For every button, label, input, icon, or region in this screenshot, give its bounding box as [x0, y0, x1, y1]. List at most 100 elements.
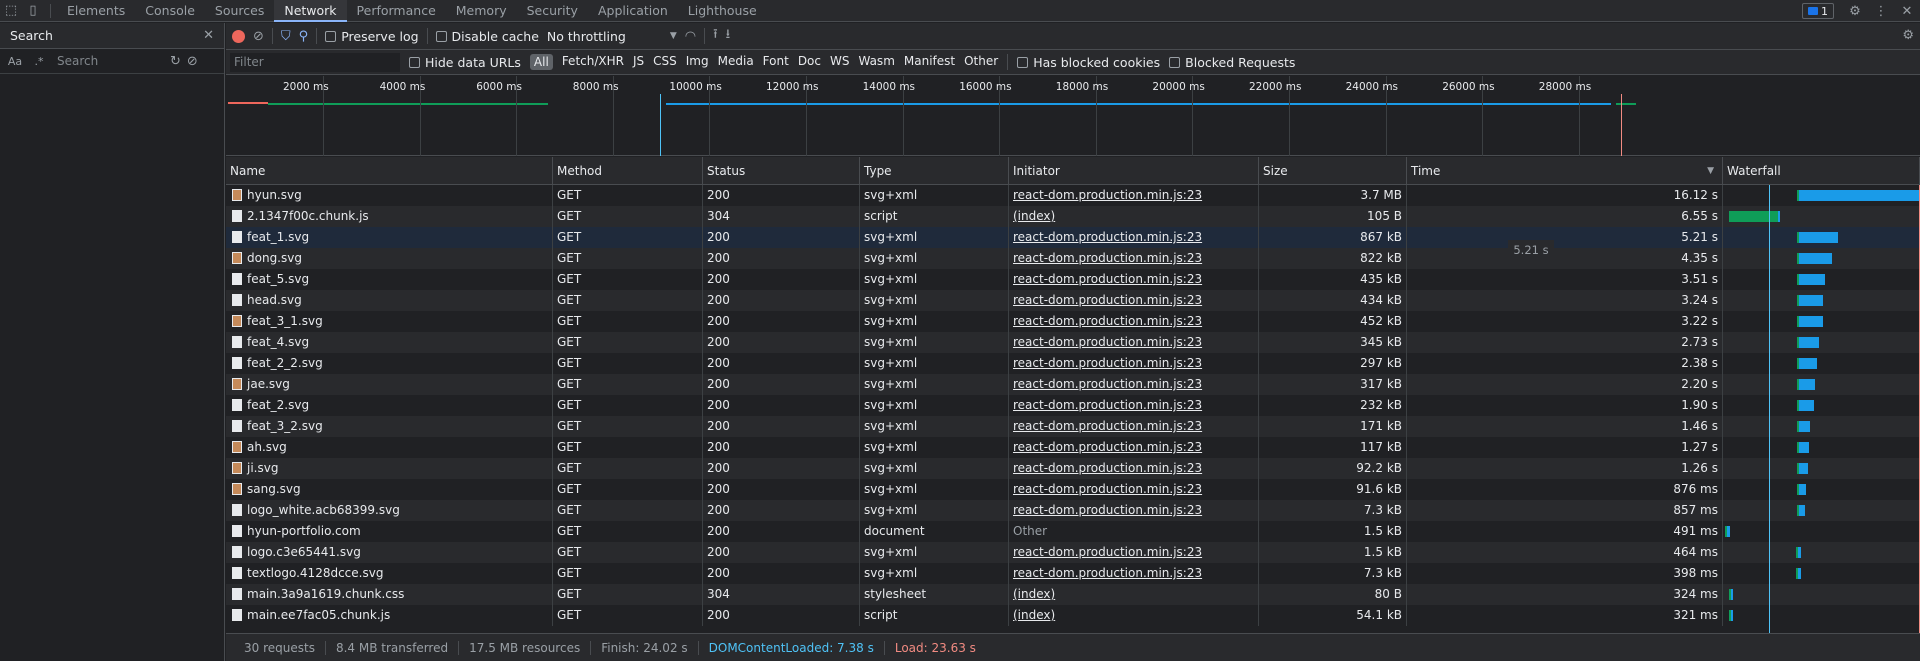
- clear-search-icon[interactable]: ⊘: [187, 54, 198, 69]
- tab-memory[interactable]: Memory: [446, 0, 517, 22]
- table-row[interactable]: feat_1.svg GET 200 svg+xml react-dom.product…: [226, 227, 1920, 248]
- table-row[interactable]: feat_3_2.svg GET 200 svg+xml react-dom.produ…: [226, 416, 1920, 437]
- cell-type: svg+xml: [860, 290, 1009, 311]
- cell-initiator[interactable]: react-dom.production.min.js:23: [1009, 563, 1259, 584]
- tab-sources[interactable]: Sources: [205, 0, 274, 22]
- table-row[interactable]: ah.svg GET 200 svg+xml react-dom.production.…: [226, 437, 1920, 458]
- match-case-toggle[interactable]: Aa: [6, 55, 24, 68]
- filter-type-font[interactable]: Font: [763, 54, 789, 70]
- cell-initiator[interactable]: react-dom.production.min.js:23: [1009, 374, 1259, 395]
- settings-gear-icon[interactable]: ⚙: [1842, 0, 1868, 22]
- issues-badge[interactable]: 1: [1802, 3, 1834, 19]
- cell-initiator[interactable]: react-dom.production.min.js:23: [1009, 185, 1259, 206]
- filter-type-js[interactable]: JS: [633, 54, 644, 70]
- tab-application[interactable]: Application: [588, 0, 678, 22]
- preserve-log-checkbox[interactable]: Preserve log: [325, 29, 419, 44]
- hide-data-urls-checkbox[interactable]: Hide data URLs: [409, 55, 521, 70]
- tab-console[interactable]: Console: [135, 0, 205, 22]
- clear-log-icon[interactable]: ⊘: [253, 29, 264, 44]
- network-overview-timeline[interactable]: 2000 ms 4000 ms 6000 ms 8000 ms 10000 ms 1200…: [226, 76, 1920, 156]
- column-header-time[interactable]: Time ▼: [1407, 157, 1723, 185]
- filter-input[interactable]: [230, 52, 400, 72]
- table-row[interactable]: logo_white.acb68399.svg GET 200 svg+xml reac…: [226, 500, 1920, 521]
- column-header-initiator[interactable]: Initiator: [1009, 157, 1259, 185]
- filter-type-img[interactable]: Img: [686, 54, 709, 70]
- cell-initiator[interactable]: (index): [1009, 206, 1259, 227]
- cell-initiator[interactable]: react-dom.production.min.js:23: [1009, 416, 1259, 437]
- import-har-icon[interactable]: ⭱: [713, 25, 718, 47]
- network-settings-gear-icon[interactable]: ⚙: [1902, 28, 1914, 43]
- table-row[interactable]: textlogo.4128dcce.svg GET 200 svg+xml react-…: [226, 563, 1920, 584]
- close-search-panel-icon[interactable]: ✕: [203, 28, 214, 43]
- table-row[interactable]: jae.svg GET 200 svg+xml react-dom.production…: [226, 374, 1920, 395]
- table-row[interactable]: main.ee7fac05.chunk.js GET 200 script (index…: [226, 605, 1920, 626]
- column-header-label: Time: [1411, 164, 1441, 178]
- table-row[interactable]: feat_2.svg GET 200 svg+xml react-dom.product…: [226, 395, 1920, 416]
- tab-lighthouse[interactable]: Lighthouse: [678, 0, 767, 22]
- tab-elements[interactable]: Elements: [57, 0, 135, 22]
- export-har-icon[interactable]: ⭳: [726, 25, 731, 47]
- table-row[interactable]: logo.c3e65441.svg GET 200 svg+xml react-dom.…: [226, 542, 1920, 563]
- cell-initiator[interactable]: react-dom.production.min.js:23: [1009, 227, 1259, 248]
- column-header-name[interactable]: Name: [226, 157, 553, 185]
- filter-type-fetch-xhr[interactable]: Fetch/XHR: [562, 54, 624, 70]
- cell-initiator[interactable]: react-dom.production.min.js:23: [1009, 311, 1259, 332]
- filter-type-css[interactable]: CSS: [653, 54, 677, 70]
- filter-type-all[interactable]: All: [529, 54, 553, 70]
- record-button[interactable]: [232, 29, 245, 43]
- regex-toggle[interactable]: .*: [30, 55, 48, 68]
- table-row[interactable]: feat_4.svg GET 200 svg+xml react-dom.product…: [226, 332, 1920, 353]
- cell-initiator[interactable]: react-dom.production.min.js:23: [1009, 437, 1259, 458]
- table-row[interactable]: main.3a9a1619.chunk.css GET 304 stylesheet(…: [226, 584, 1920, 605]
- cell-initiator[interactable]: react-dom.production.min.js:23: [1009, 542, 1259, 563]
- blocked-requests-checkbox[interactable]: Blocked Requests: [1169, 55, 1295, 70]
- table-row[interactable]: dong.svg GET 200 svg+xml react-dom.productio…: [226, 248, 1920, 269]
- cell-initiator[interactable]: (index): [1009, 605, 1259, 626]
- disable-cache-checkbox[interactable]: Disable cache: [435, 29, 539, 44]
- network-conditions-icon[interactable]: ◠: [685, 29, 696, 44]
- inspect-element-icon[interactable]: ⬚: [0, 0, 22, 22]
- table-row[interactable]: hyun.svg GET 200 svg+xml react-dom.productio…: [226, 185, 1920, 206]
- filter-type-manifest[interactable]: Manifest: [904, 54, 955, 70]
- cell-initiator[interactable]: react-dom.production.min.js:23: [1009, 290, 1259, 311]
- column-header-type[interactable]: Type: [860, 157, 1009, 185]
- column-header-size[interactable]: Size: [1259, 157, 1407, 185]
- column-header-status[interactable]: Status: [703, 157, 860, 185]
- cell-initiator[interactable]: react-dom.production.min.js:23: [1009, 395, 1259, 416]
- tab-security[interactable]: Security: [517, 0, 588, 22]
- cell-initiator[interactable]: (index): [1009, 584, 1259, 605]
- cell-initiator[interactable]: react-dom.production.min.js:23: [1009, 479, 1259, 500]
- column-header-method[interactable]: Method: [553, 157, 703, 185]
- table-row[interactable]: ji.svg GET 200 svg+xml react-dom.production.…: [226, 458, 1920, 479]
- cell-initiator[interactable]: react-dom.production.min.js:23: [1009, 332, 1259, 353]
- search-input[interactable]: [54, 52, 164, 70]
- filter-icon[interactable]: ⛉: [281, 29, 291, 44]
- table-row[interactable]: feat_5.svg GET 200 svg+xml react-dom.product…: [226, 269, 1920, 290]
- table-row[interactable]: sang.svg GET 200 svg+xml react-dom.productio…: [226, 479, 1920, 500]
- table-row[interactable]: feat_2_2.svg GET 200 svg+xml react-dom.produ…: [226, 353, 1920, 374]
- tab-performance[interactable]: Performance: [347, 0, 446, 22]
- cell-initiator[interactable]: react-dom.production.min.js:23: [1009, 458, 1259, 479]
- more-options-icon[interactable]: ⋮: [1868, 0, 1894, 22]
- table-row[interactable]: hyun-portfolio.com GET 200 document Other 1.5…: [226, 521, 1920, 542]
- table-row[interactable]: 2.1347f00c.chunk.js GET 304 script (index) 10…: [226, 206, 1920, 227]
- cell-initiator[interactable]: react-dom.production.min.js:23: [1009, 500, 1259, 521]
- tab-network[interactable]: Network: [274, 0, 347, 22]
- column-header-waterfall[interactable]: Waterfall: [1723, 157, 1920, 185]
- cell-initiator[interactable]: react-dom.production.min.js:23: [1009, 248, 1259, 269]
- throttling-select[interactable]: No throttling ▼: [547, 29, 677, 44]
- device-toolbar-icon[interactable]: ▯: [22, 0, 44, 22]
- cell-initiator[interactable]: react-dom.production.min.js:23: [1009, 269, 1259, 290]
- filter-type-ws[interactable]: WS: [830, 54, 849, 70]
- refresh-search-icon[interactable]: ↻: [170, 54, 181, 69]
- search-icon[interactable]: ⚲: [299, 29, 309, 44]
- table-row[interactable]: head.svg GET 200 svg+xml react-dom.productio…: [226, 290, 1920, 311]
- has-blocked-cookies-checkbox[interactable]: Has blocked cookies: [1017, 55, 1160, 70]
- filter-type-doc[interactable]: Doc: [798, 54, 821, 70]
- cell-initiator[interactable]: react-dom.production.min.js:23: [1009, 353, 1259, 374]
- filter-type-media[interactable]: Media: [718, 54, 754, 70]
- filter-type-wasm[interactable]: Wasm: [858, 54, 894, 70]
- table-row[interactable]: feat_3_1.svg GET 200 svg+xml react-dom.produ…: [226, 311, 1920, 332]
- filter-type-other[interactable]: Other: [964, 54, 998, 70]
- close-devtools-icon[interactable]: ✕: [1894, 0, 1920, 22]
